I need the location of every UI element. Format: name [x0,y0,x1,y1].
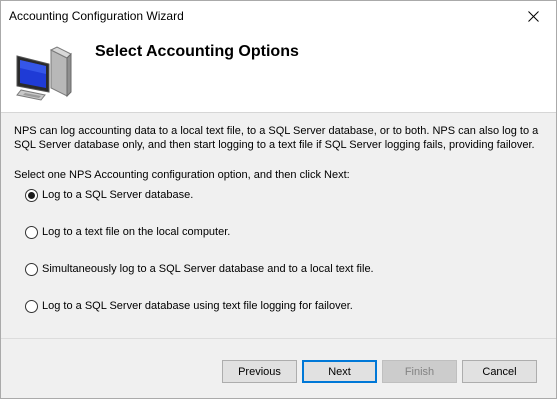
option-text-file[interactable]: Log to a text file on the local computer… [25,224,230,240]
previous-button[interactable]: Previous [222,360,297,383]
finish-button[interactable]: Finish [382,360,457,383]
option-label[interactable]: Simultaneously log to a SQL Server datab… [42,263,374,275]
wizard-footer: Previous Next Finish Cancel [1,339,556,398]
close-icon [527,11,539,22]
window-title: Accounting Configuration Wizard [9,9,184,23]
instruction-text: Select one NPS Accounting configuration … [14,169,350,181]
option-both[interactable]: Simultaneously log to a SQL Server datab… [25,261,374,277]
option-label[interactable]: Log to a text file on the local computer… [42,226,230,238]
option-sql-server[interactable]: Log to a SQL Server database. [25,187,193,203]
wizard-header: Select Accounting Options [1,32,556,112]
radio-button[interactable] [25,225,38,239]
cancel-button[interactable]: Cancel [462,360,537,383]
option-label[interactable]: Log to a SQL Server database. [42,189,193,201]
option-failover[interactable]: Log to a SQL Server database using text … [25,298,353,314]
option-label[interactable]: Log to a SQL Server database using text … [42,300,353,312]
next-button[interactable]: Next [302,360,377,383]
radio-button[interactable] [25,262,38,276]
radio-button[interactable] [25,188,38,202]
wizard-body: NPS can log accounting data to a local t… [1,113,556,338]
radio-selected-dot [28,191,35,199]
description-text: NPS can log accounting data to a local t… [14,125,539,151]
wizard-window: Accounting Configuration Wizard Select A… [0,0,557,399]
title-bar: Accounting Configuration Wizard [1,1,556,32]
radio-button[interactable] [25,299,38,313]
computer-monitor-icon [11,44,73,104]
page-title: Select Accounting Options [95,43,299,60]
close-button[interactable] [510,1,556,32]
